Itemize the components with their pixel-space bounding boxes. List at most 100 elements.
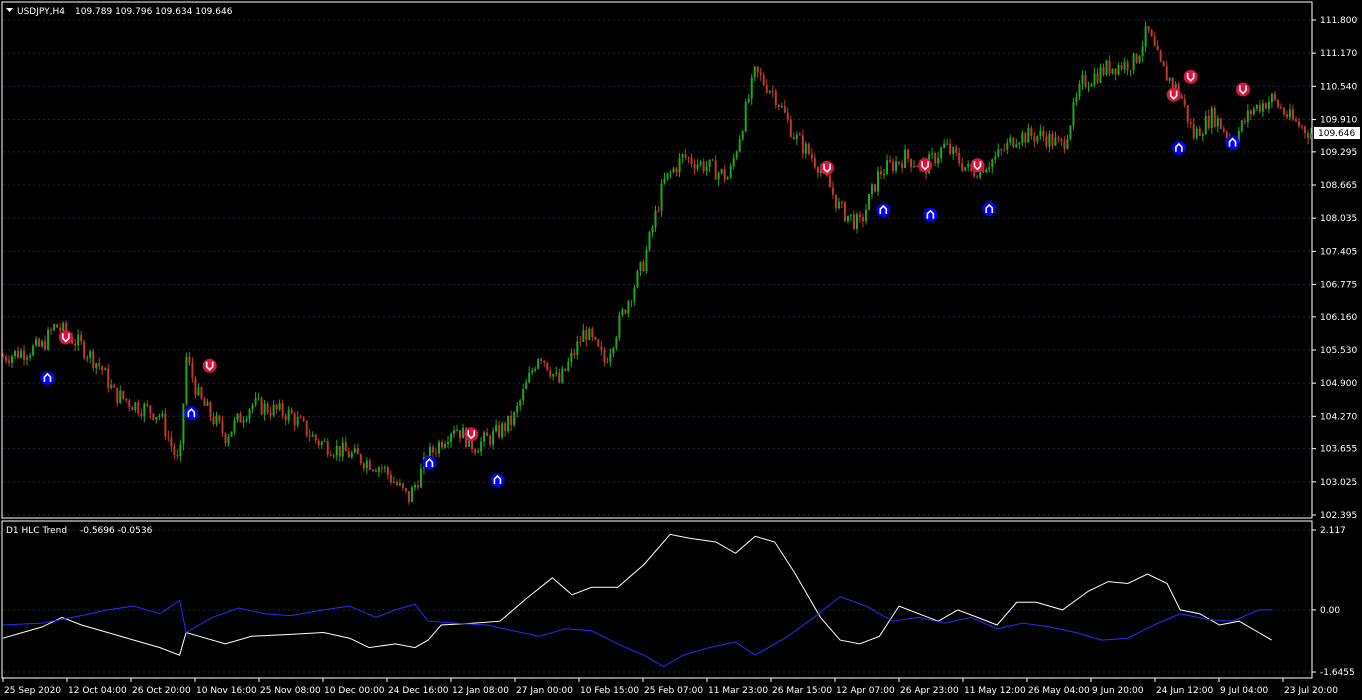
candle-body — [188, 356, 191, 363]
candle-body — [1276, 99, 1279, 108]
sell-arrow-icon[interactable] — [1235, 82, 1250, 97]
candle-body — [955, 147, 958, 153]
candle-body — [401, 483, 404, 489]
candle-body — [1150, 30, 1153, 37]
time-tick-label: 26 Apr 23:00 — [900, 686, 959, 696]
current-price-label: 109.646 — [1318, 129, 1355, 139]
candle-body — [59, 327, 62, 331]
candle-body — [567, 361, 570, 371]
candle-body — [146, 404, 149, 406]
buy-arrow-icon[interactable] — [184, 406, 199, 421]
candle-body — [299, 417, 302, 419]
buy-arrow-icon[interactable] — [1171, 140, 1186, 155]
candle-body — [459, 430, 462, 439]
candle-body — [582, 330, 585, 342]
candle-body — [1000, 149, 1003, 151]
time-tick-label: 26 Mar 15:00 — [772, 686, 832, 696]
buy-arrow-icon[interactable] — [923, 207, 938, 222]
candle-body — [931, 153, 934, 155]
candle-body — [56, 324, 59, 328]
candle-body — [245, 418, 248, 421]
candle-body — [203, 398, 206, 406]
candle-body — [110, 384, 113, 389]
candle-body — [128, 400, 131, 407]
price-tick-label: 105.530 — [1320, 346, 1357, 356]
candle-body — [1165, 66, 1168, 81]
candle-body — [934, 153, 937, 164]
sell-arrow-icon[interactable] — [202, 358, 217, 373]
candle-body — [498, 425, 501, 438]
candle-body — [80, 335, 83, 342]
candle-body — [248, 409, 251, 419]
indicator-tick-label: 2.117 — [1320, 526, 1346, 536]
candle-body — [886, 160, 889, 175]
buy-arrow-icon[interactable] — [876, 203, 891, 217]
candle-body — [398, 483, 401, 486]
candle-body — [83, 341, 86, 358]
buy-arrow-icon[interactable] — [40, 370, 55, 385]
candle-body — [792, 136, 795, 140]
candle-body — [1264, 103, 1267, 109]
candle-body — [510, 415, 513, 425]
candle-body — [380, 467, 383, 469]
candle-body — [1270, 93, 1273, 102]
candle-body — [368, 460, 371, 470]
candle-body — [1267, 101, 1270, 109]
sell-arrow-icon[interactable] — [1183, 69, 1198, 84]
candle-body — [591, 328, 594, 337]
buy-arrow-icon[interactable] — [422, 456, 437, 471]
candle-body — [218, 415, 221, 422]
candle-body — [904, 149, 907, 168]
sell-arrow-icon[interactable] — [1166, 87, 1181, 102]
candle-body — [937, 157, 940, 164]
candle-body — [913, 166, 916, 168]
candle-body — [513, 412, 516, 425]
candle-body — [77, 335, 80, 346]
candle-body — [777, 105, 780, 108]
candle-body — [1075, 96, 1078, 103]
candle-body — [20, 350, 23, 358]
sell-arrow-icon[interactable] — [58, 330, 73, 345]
time-tick-label: 12 Jan 08:00 — [452, 686, 509, 696]
candle-body — [594, 336, 597, 340]
candle-body — [392, 482, 395, 484]
candle-body — [1258, 104, 1261, 112]
candle-body — [940, 147, 943, 158]
candle-body — [492, 431, 495, 445]
candle-body — [407, 491, 410, 502]
candle-body — [38, 339, 41, 347]
buy-arrow-icon[interactable] — [982, 201, 997, 216]
candle-body — [329, 454, 332, 456]
candle-body — [1222, 128, 1225, 132]
candle-body — [413, 485, 416, 488]
candle-body — [275, 404, 278, 410]
candle-body — [206, 402, 209, 406]
candle-body — [1310, 134, 1312, 139]
candle-body — [952, 147, 955, 154]
candle-body — [552, 373, 555, 377]
trading-chart[interactable]: 111.800 111.170 110.540 109.910 109.295 108.6… — [0, 0, 1362, 700]
sell-arrow-icon[interactable] — [918, 158, 933, 173]
candle-body — [861, 217, 864, 222]
candle-body — [732, 158, 735, 167]
candle-body — [62, 323, 65, 331]
candle-body — [341, 442, 344, 457]
candle-body — [1153, 36, 1156, 46]
candle-body — [747, 98, 750, 102]
candle-body — [834, 194, 837, 209]
candle-body — [1147, 26, 1150, 31]
time-tick-label: 26 May 04:00 — [1028, 686, 1090, 696]
candle-body — [519, 400, 522, 406]
time-tick-label: 11 Mar 23:00 — [708, 686, 768, 696]
candle-body — [837, 201, 840, 209]
buy-arrow-icon[interactable] — [490, 473, 505, 487]
sell-arrow-icon[interactable] — [820, 160, 835, 175]
candle-body — [251, 404, 254, 410]
candle-body — [1063, 141, 1066, 149]
buy-arrow-icon[interactable] — [1225, 135, 1240, 150]
candle-body — [684, 154, 687, 158]
sell-arrow-icon[interactable] — [970, 158, 985, 173]
candle-body — [395, 482, 398, 486]
sell-arrow-icon[interactable] — [464, 427, 479, 442]
candle-body — [813, 158, 816, 168]
